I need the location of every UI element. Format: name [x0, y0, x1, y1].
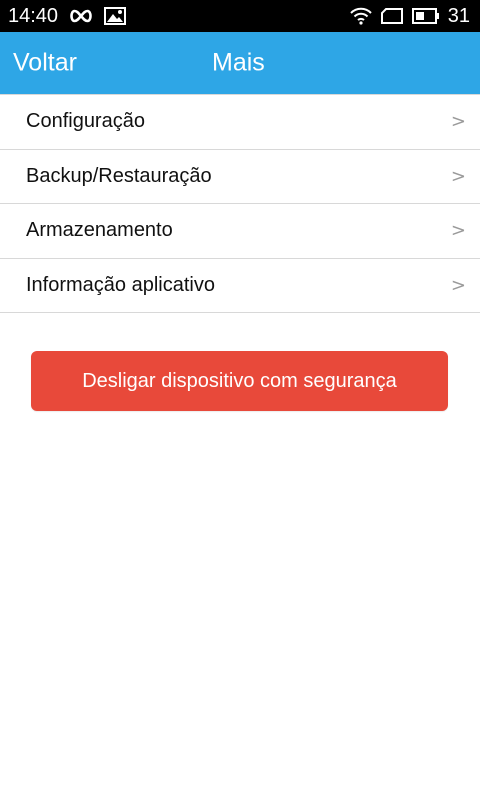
menu-item-armazenamento[interactable]: Armazenamento >	[0, 204, 480, 259]
menu-item-informacao-aplicativo[interactable]: Informação aplicativo >	[0, 258, 480, 313]
infinity-icon	[68, 9, 94, 23]
status-bar: 14:40 31	[0, 0, 480, 32]
settings-menu: Configuração > Backup/Restauração > Arma…	[0, 94, 480, 313]
menu-item-label: Configuração	[26, 110, 145, 133]
menu-item-configuracao[interactable]: Configuração >	[0, 95, 480, 150]
chevron-right-icon: >	[450, 111, 466, 133]
page-title: Mais	[212, 48, 265, 77]
status-time: 14:40	[8, 4, 59, 27]
status-bar-right: 31	[350, 5, 470, 28]
menu-item-label: Armazenamento	[26, 219, 173, 242]
safe-shutdown-button[interactable]: Desligar dispositivo com segurança	[31, 351, 448, 411]
back-button[interactable]: Voltar	[13, 49, 77, 78]
status-bar-left: 14:40	[8, 4, 127, 28]
battery-level: 31	[447, 4, 470, 27]
chevron-right-icon: >	[450, 220, 466, 242]
menu-item-label: Informação aplicativo	[26, 273, 215, 296]
chevron-right-icon: >	[450, 165, 466, 187]
menu-item-backup-restauracao[interactable]: Backup/Restauração >	[0, 149, 480, 204]
menu-item-label: Backup/Restauração	[26, 164, 212, 187]
battery-icon	[411, 8, 440, 24]
image-notification-icon	[104, 7, 127, 25]
chevron-right-icon: >	[450, 274, 466, 296]
signal-icon	[380, 7, 404, 25]
wifi-icon	[350, 7, 372, 25]
action-area: Desligar dispositivo com segurança	[0, 313, 480, 411]
app-header: Voltar Mais	[0, 32, 480, 94]
